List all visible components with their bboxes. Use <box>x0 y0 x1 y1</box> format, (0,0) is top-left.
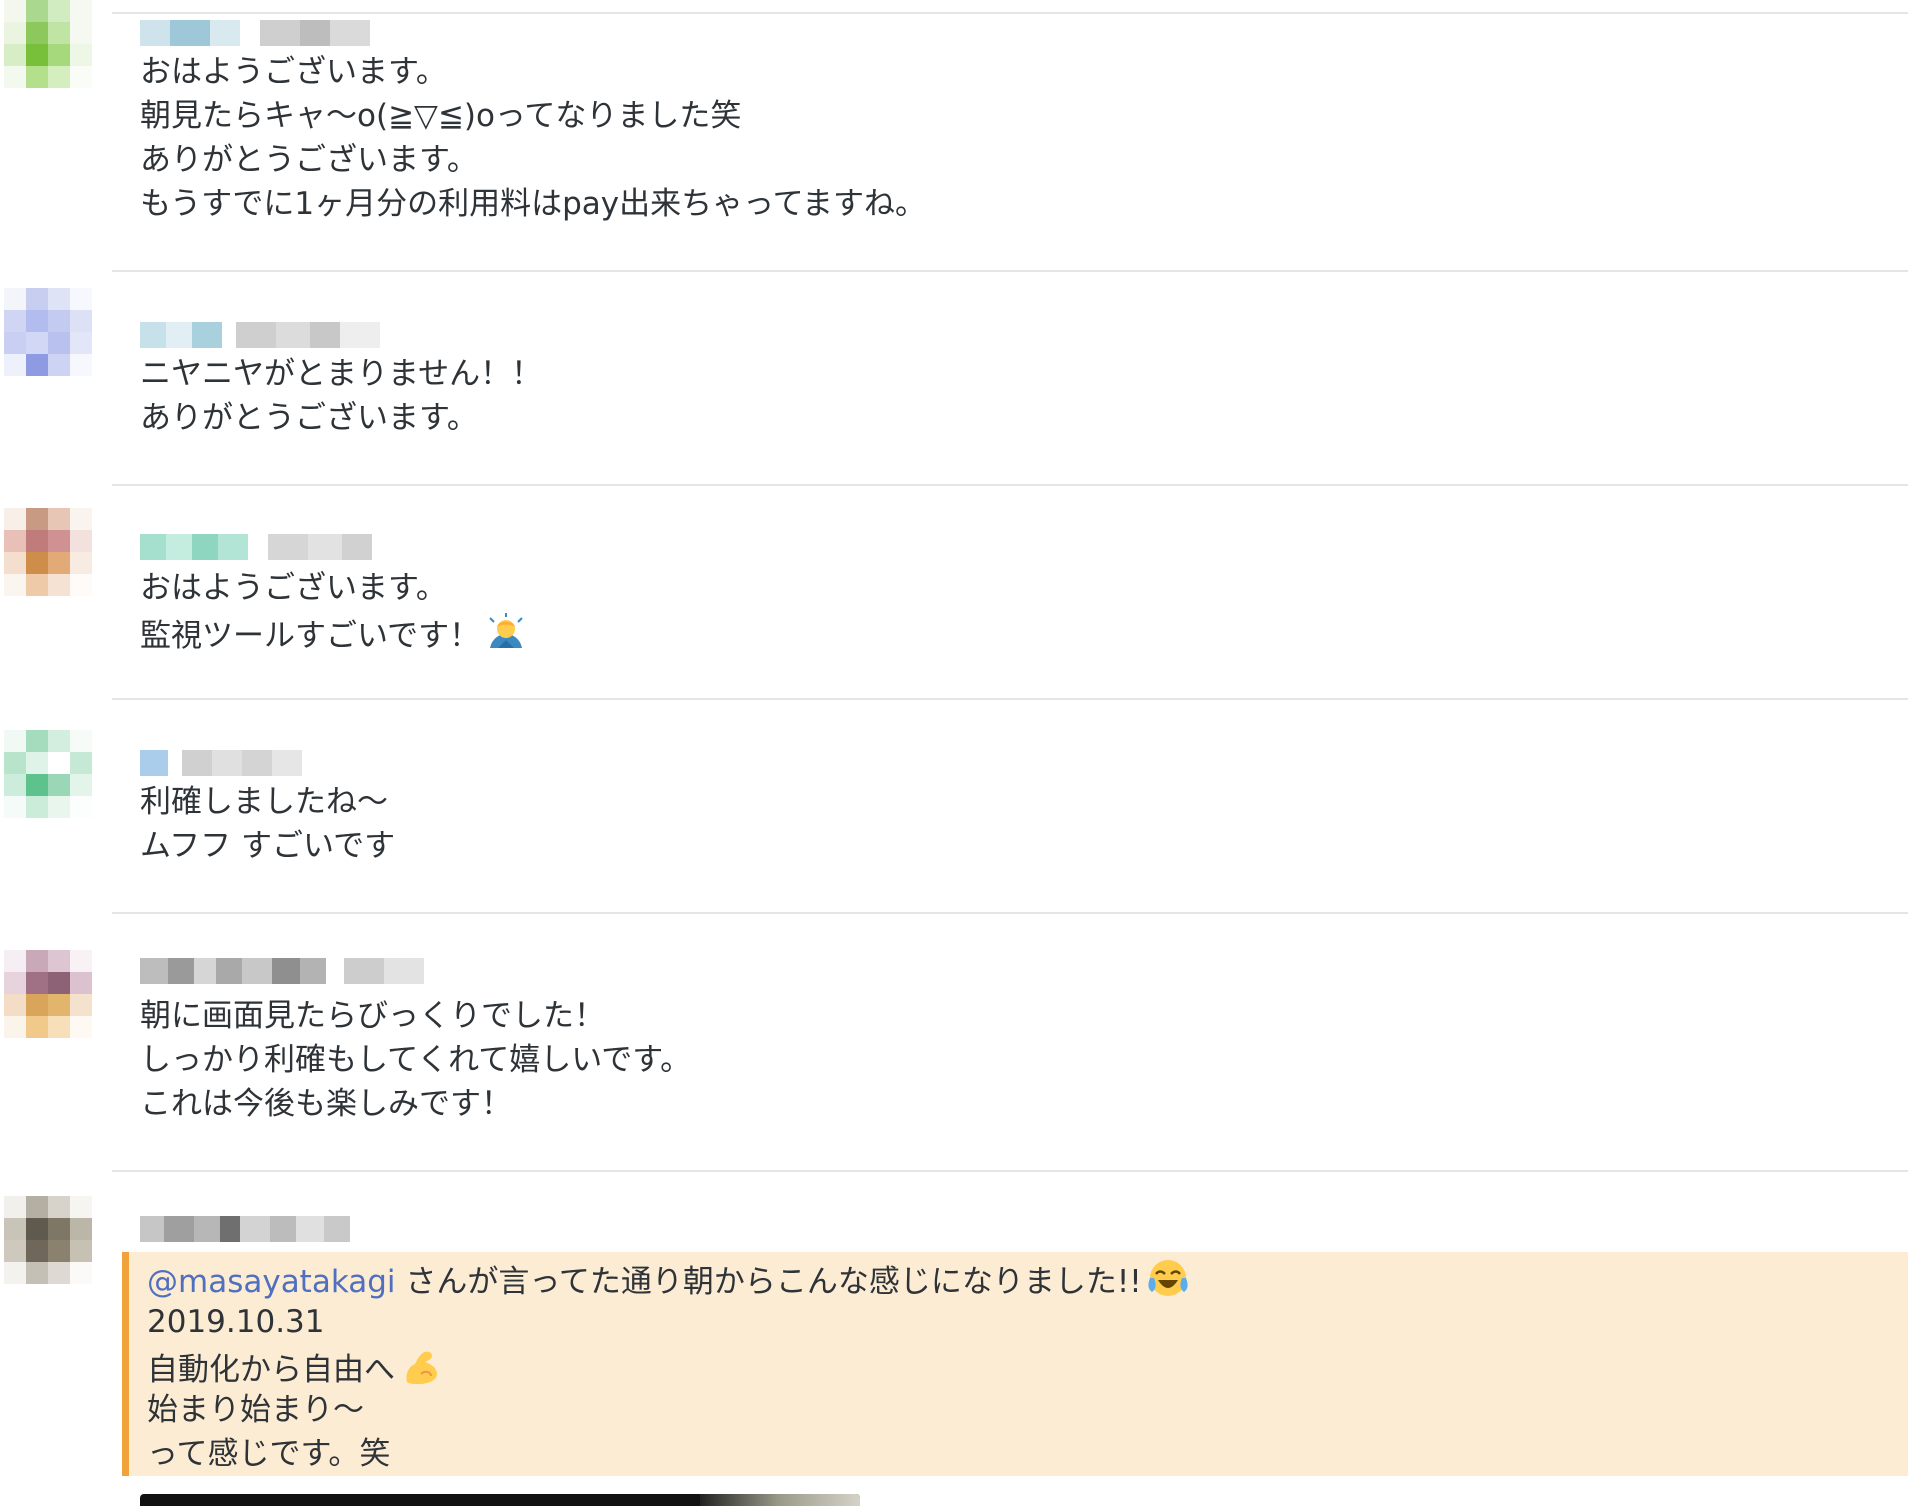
avatar[interactable] <box>4 950 92 1060</box>
image-attachment[interactable] <box>140 1494 860 1506</box>
message-line: しっかり利確もしてくれて嬉しいです。 <box>140 1042 692 1078</box>
message-text: さんが言ってた通り朝からこんな感じになりました!! <box>395 1264 1142 1300</box>
username[interactable] <box>140 20 370 46</box>
message-line: おはようございます。 <box>140 570 447 606</box>
avatar[interactable] <box>4 1196 92 1306</box>
message-line: @masayatakagi さんが言ってた通り朝からこんな感じになりました!! <box>147 1256 1190 1300</box>
message-line: 朝に画面見たらびっくりでした！ <box>140 998 605 1034</box>
message-line: ニヤニヤがとまりません！！ <box>140 356 543 392</box>
message-line: これは今後も楽しみです！ <box>140 1086 512 1122</box>
face-with-tears-of-joy-icon <box>1148 1260 1188 1296</box>
message-line: 監視ツールすごいです！ <box>140 610 528 654</box>
message-line: 朝見たらキャ〜o(≧▽≦)oってなりました笑 <box>140 98 742 134</box>
message-body: @masayatakagi さんが言ってた通り朝からこんな感じになりました!! … <box>147 1256 1190 1476</box>
user-mention[interactable]: @masayatakagi <box>147 1264 396 1300</box>
avatar[interactable] <box>4 730 92 840</box>
username[interactable] <box>140 750 302 776</box>
flexed-biceps-icon <box>406 1351 437 1384</box>
avatar[interactable] <box>4 0 92 110</box>
username[interactable] <box>140 958 424 984</box>
username[interactable] <box>140 322 380 348</box>
message-line: もうすでに1ヶ月分の利用料はpay出来ちゃってますね。 <box>140 186 927 222</box>
image-preview-edge <box>700 1494 860 1506</box>
message-line: 利確しましたね〜 <box>140 784 388 820</box>
divider <box>112 270 1908 272</box>
message-body: ニヤニヤがとまりません！！ ありがとうございます。 <box>140 352 542 440</box>
divider <box>112 12 1908 14</box>
man-bowing-icon <box>489 613 523 648</box>
divider <box>112 1170 1908 1172</box>
message-line: おはようございます。 <box>140 54 447 90</box>
divider <box>112 698 1908 700</box>
message-line: 2019.10.31 <box>147 1304 325 1340</box>
message-line: ありがとうございます。 <box>140 142 478 178</box>
message-body: おはようございます。 監視ツールすごいです！ <box>140 566 528 654</box>
message-line: って感じです。笑 <box>147 1436 391 1472</box>
divider <box>112 484 1908 486</box>
avatar[interactable] <box>4 288 92 398</box>
divider <box>112 912 1908 914</box>
message-body: 利確しましたね〜 ムフフ すごいです <box>140 780 395 868</box>
message-body: 朝に画面見たらびっくりでした！ しっかり利確もしてくれて嬉しいです。 これは今後… <box>140 994 691 1126</box>
message-line: ムフフ すごいです <box>140 828 396 864</box>
avatar[interactable] <box>4 508 92 618</box>
username[interactable] <box>140 1216 350 1242</box>
message-text: 自動化から自由へ <box>147 1352 395 1388</box>
username[interactable] <box>140 534 372 560</box>
message-body: おはようございます。 朝見たらキャ〜o(≧▽≦)oってなりました笑 ありがとうご… <box>140 50 926 226</box>
message-line: ありがとうございます。 <box>140 400 478 436</box>
message-text: 監視ツールすごいです！ <box>140 618 481 654</box>
message-line: 始まり始まり〜 <box>147 1392 364 1428</box>
mention-highlight: @masayatakagi さんが言ってた通り朝からこんな感じになりました!! … <box>122 1252 1908 1476</box>
message-line: 自動化から自由へ <box>147 1344 1190 1388</box>
